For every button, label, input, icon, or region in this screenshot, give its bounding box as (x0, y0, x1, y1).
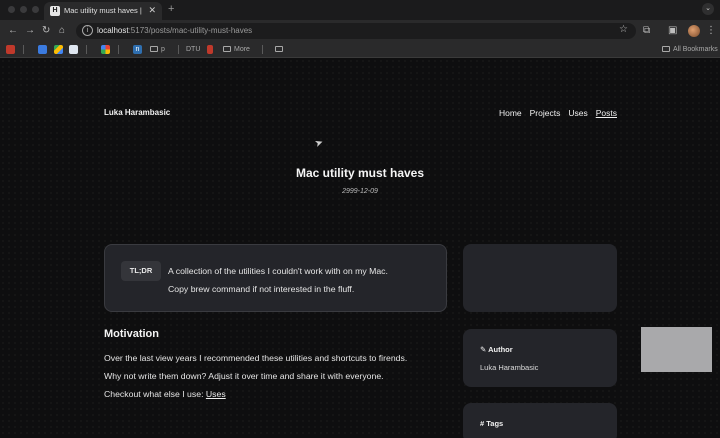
bookmark-dtu[interactable]: DTU (186, 45, 200, 54)
profile-avatar[interactable] (688, 25, 700, 37)
url-text[interactable]: localhost:5173/posts/mac-utility-must-ha… (97, 26, 252, 35)
gmail-bookmark-icon[interactable] (6, 45, 15, 54)
address-bar[interactable]: i localhost:5173/posts/mac-utility-must-… (76, 23, 636, 39)
sidebar-empty-card (463, 244, 617, 312)
author-card: ✎ Author Luka Harambasic (463, 329, 617, 387)
mouse-cursor-icon: ➤ (313, 136, 326, 151)
author-name: Luka Harambasic (480, 363, 539, 372)
zoom-window-dot[interactable] (32, 6, 39, 13)
post-date: 2999-12-09 (342, 188, 378, 195)
drive-bookmark-icon[interactable] (54, 45, 63, 54)
photos-bookmark-icon[interactable] (101, 45, 110, 54)
uses-link[interactable]: Uses (206, 389, 226, 399)
tldr-line: A collection of the utilities I couldn't… (168, 266, 388, 276)
all-bookmarks[interactable]: All Bookmarks (662, 45, 718, 54)
tab-search-icon[interactable]: ⌄ (702, 3, 714, 15)
url-path: :5173/posts/mac-utility-must-haves (128, 26, 253, 35)
tldr-box: TL;DR A collection of the utilities I co… (104, 244, 447, 312)
post-title: Mac utility must haves (295, 166, 425, 180)
nav-projects[interactable]: Projects (530, 108, 561, 118)
forward-icon[interactable]: → (25, 24, 35, 38)
folder-icon (150, 46, 158, 53)
tab-title: Mac utility must haves | Luka (64, 6, 144, 15)
tab-close-icon[interactable]: ✕ (148, 5, 156, 16)
browser-toolbar: ← → ↻ ⌂ i localhost:5173/posts/mac-utili… (0, 20, 720, 42)
nav-posts[interactable]: Posts (596, 108, 617, 118)
browser-tab-strip: H Mac utility must haves | Luka ✕ + ⌄ (0, 0, 720, 20)
bookmark-star-icon[interactable]: ☆ (619, 24, 628, 35)
tldr-line: Copy brew command if not interested in t… (168, 284, 355, 294)
tab-favicon-icon: H (50, 6, 60, 16)
folder-icon (275, 46, 283, 53)
bookmark-label: More (234, 46, 250, 53)
folder-icon (223, 46, 231, 53)
calendar-bookmark-icon[interactable] (38, 45, 47, 54)
paragraph: Checkout what else I use: Uses (104, 389, 444, 399)
tldr-badge: TL;DR (121, 261, 161, 281)
bookmark-separator (118, 45, 119, 54)
page-content: Luka Harambasic Home Projects Uses Posts… (0, 58, 720, 438)
bookmark-folder[interactable] (275, 45, 286, 54)
site-name[interactable]: Luka Harambasic (104, 108, 170, 117)
nav-home[interactable]: Home (499, 108, 522, 118)
folder-icon (662, 46, 670, 53)
tags-heading: # Tags (480, 419, 503, 428)
browser-tab-active[interactable]: H Mac utility must haves | Luka ✕ (44, 2, 162, 20)
bookmark-separator (178, 45, 179, 54)
close-window-dot[interactable] (8, 6, 15, 13)
site-info-icon[interactable]: i (82, 25, 93, 36)
browser-menu-icon[interactable]: ⋮ (706, 24, 716, 38)
bookmark-separator (86, 45, 87, 54)
tldr-text: A collection of the utilities I couldn't… (168, 262, 436, 298)
paragraph-text: Checkout what else I use: (104, 389, 206, 399)
new-tab-icon[interactable]: + (168, 3, 174, 15)
hash-icon: # (480, 419, 485, 428)
bookmarks-bar: n p DTU More All Bookmarks (0, 42, 720, 58)
site-nav: Home Projects Uses Posts (499, 108, 617, 118)
url-host: localhost (97, 26, 129, 35)
pencil-icon: ✎ (480, 345, 487, 354)
reload-icon[interactable]: ↻ (42, 24, 50, 38)
bookmark-folder-p[interactable]: p (150, 45, 165, 54)
nav-uses[interactable]: Uses (568, 108, 587, 118)
docs-bookmark-icon[interactable] (69, 45, 78, 54)
section-heading-motivation: Motivation (104, 328, 159, 340)
bookmark-label: p (161, 46, 165, 53)
paragraph: Over the last view years I recommended t… (104, 353, 408, 363)
bookmark-separator (262, 45, 263, 54)
side-panel-icon[interactable]: ▣ (668, 24, 677, 38)
author-heading-text: Author (488, 345, 513, 354)
minimize-window-dot[interactable] (20, 6, 27, 13)
n-bookmark-icon[interactable]: n (133, 45, 142, 54)
bookmark-folder-more[interactable]: More (223, 45, 250, 54)
red-bookmark-icon[interactable] (207, 45, 213, 54)
paragraph: Why not write them down? Adjust it over … (104, 371, 384, 381)
back-icon[interactable]: ← (8, 24, 18, 38)
tags-heading-text: Tags (486, 419, 504, 428)
floating-video-thumbnail[interactable] (641, 327, 712, 372)
home-icon[interactable]: ⌂ (59, 24, 65, 38)
extensions-icon[interactable]: ⧉ (643, 24, 650, 38)
tags-card: # Tags (463, 403, 617, 438)
bookmark-label: All Bookmarks (673, 46, 718, 53)
bookmark-separator (23, 45, 24, 54)
author-heading: ✎ Author (480, 345, 513, 354)
